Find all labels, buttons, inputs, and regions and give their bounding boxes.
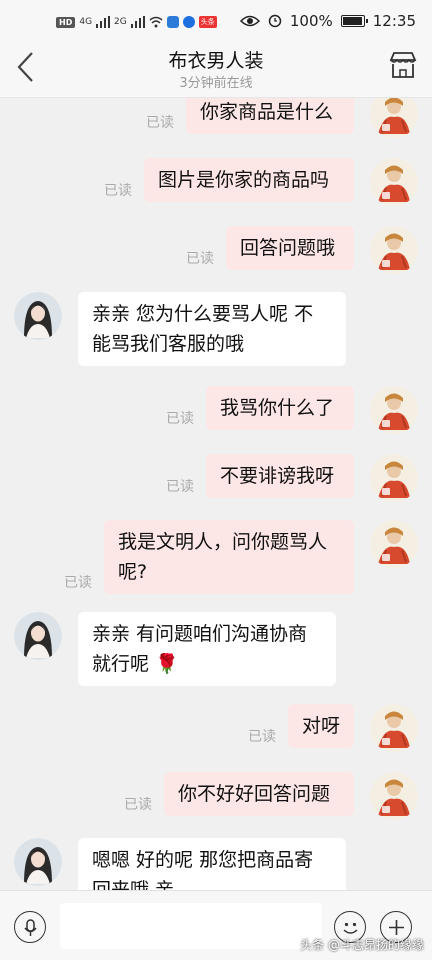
signal-1-label: 4G: [79, 17, 93, 27]
message-text-line: 你家商品是什么: [200, 101, 334, 123]
alarm-icon: [268, 14, 282, 28]
message-text-line: 你不好好回答问题: [178, 783, 331, 805]
message-text-line: 亲亲 有问题咱们沟通协商: [92, 623, 308, 645]
eye-icon: [239, 15, 260, 27]
app-notification-icon-2: [182, 16, 195, 28]
message-bubble[interactable]: 你家商品是什么: [186, 98, 354, 134]
clock: 12:35: [372, 12, 416, 30]
message-text-line: 能骂我们客服的哦: [92, 333, 245, 355]
status-left-indicators: HD 4G 2G 头条: [56, 16, 217, 28]
outgoing-message: 我是文明人，问你题骂人 呢? 已读: [0, 520, 432, 602]
message-bubble[interactable]: 图片是你家的商品吗: [144, 158, 354, 202]
read-receipt: 已读: [146, 115, 174, 131]
message-text-line: 亲亲 您为什么要骂人呢 不: [92, 303, 314, 325]
agent-avatar[interactable]: [14, 612, 62, 660]
page-title: 布衣男人装: [168, 50, 264, 72]
read-receipt: 已读: [124, 797, 152, 813]
message-bubble[interactable]: 对呀: [288, 704, 354, 748]
read-receipt: 已读: [166, 411, 194, 427]
message-text-line: 嗯嗯 好的呢 那您把商品寄: [92, 849, 314, 871]
message-text-line: 就行呢 🌹: [92, 653, 179, 675]
watermark: 头条 @斗志昂扬的缘缘: [300, 938, 424, 952]
message-bubble[interactable]: 我骂你什么了: [206, 386, 354, 430]
status-right-indicators: 100% 12:35: [239, 12, 416, 30]
outgoing-message: 回答问题哦已读: [0, 226, 432, 278]
outgoing-message: 对呀已读: [0, 704, 432, 756]
message-text-line: 不要诽谤我呀: [220, 465, 335, 487]
message-text-line: 图片是你家的商品吗: [158, 169, 330, 191]
read-receipt: 已读: [166, 479, 194, 495]
outgoing-message: 不要诽谤我呀已读: [0, 454, 432, 506]
my-avatar[interactable]: [370, 772, 418, 820]
my-avatar[interactable]: [370, 520, 418, 568]
online-status: 3分钟前在线: [179, 76, 253, 91]
my-avatar[interactable]: [370, 704, 418, 752]
toutiao-badge: 头条: [198, 16, 217, 28]
message-text-line: 呢?: [118, 561, 148, 583]
message-text-line: 我骂你什么了: [220, 397, 335, 419]
battery-percent: 100%: [289, 12, 333, 30]
message-bubble[interactable]: 亲亲 有问题咱们沟通协商 就行呢 🌹: [78, 612, 336, 686]
message-bubble[interactable]: 回答问题哦: [226, 226, 354, 270]
my-avatar[interactable]: [370, 158, 418, 206]
message-bubble[interactable]: 不要诽谤我呀: [206, 454, 354, 498]
message-text-line: 回答问题哦: [240, 237, 336, 259]
wifi-icon: [149, 16, 163, 28]
chat-header: 布衣男人装 3分钟前在线: [0, 36, 432, 98]
signal-2-label: 2G: [114, 17, 127, 27]
message-text-line: 我是文明人，问你题骂人: [118, 531, 328, 553]
agent-avatar[interactable]: [14, 292, 62, 340]
message-list[interactable]: 你家商品是什么 已读 图片是你家的商品吗 已读 回答问题哦 已读 亲亲 您为什么要骂人呢 不…: [0, 98, 432, 890]
read-receipt: 已读: [64, 575, 92, 591]
my-avatar[interactable]: [370, 386, 418, 434]
read-receipt: 已读: [248, 729, 276, 745]
app-notification-icon: [166, 16, 179, 28]
signal-2-icon: [130, 16, 145, 28]
my-avatar[interactable]: [370, 98, 418, 138]
signal-1-icon: [96, 16, 111, 28]
read-receipt: 已读: [104, 183, 132, 199]
voice-icon[interactable]: [14, 911, 46, 943]
outgoing-message: 你家商品是什么已读: [0, 98, 432, 142]
outgoing-message: 你不好好回答问题已读: [0, 772, 432, 824]
incoming-message: 亲亲 您为什么要骂人呢 不能骂我们客服的哦: [0, 292, 432, 374]
battery-icon: [340, 15, 368, 27]
message-text-line: 对呀: [302, 715, 341, 737]
outgoing-message: 我骂你什么了已读: [0, 386, 432, 438]
incoming-message: 嗯嗯 好的呢 那您把商品寄回来哦 亲: [0, 838, 432, 890]
shop-icon[interactable]: [388, 50, 418, 80]
message-bubble[interactable]: 你不好好回答问题: [164, 772, 354, 816]
message-bubble[interactable]: 嗯嗯 好的呢 那您把商品寄回来哦 亲: [78, 838, 346, 890]
outgoing-message: 图片是你家的商品吗已读: [0, 158, 432, 210]
message-bubble[interactable]: 亲亲 您为什么要骂人呢 不能骂我们客服的哦: [78, 292, 346, 366]
message-input[interactable]: [60, 903, 322, 949]
agent-avatar[interactable]: [14, 838, 62, 886]
incoming-message: 亲亲 有问题咱们沟通协商 就行呢 🌹: [0, 612, 432, 694]
my-avatar[interactable]: [370, 454, 418, 502]
read-receipt: 已读: [186, 251, 214, 267]
message-bubble[interactable]: 我是文明人，问你题骂人 呢?: [104, 520, 354, 594]
message-text-line: 回来哦 亲: [92, 879, 175, 890]
my-avatar[interactable]: [370, 226, 418, 274]
hd-indicator: HD: [56, 16, 76, 28]
